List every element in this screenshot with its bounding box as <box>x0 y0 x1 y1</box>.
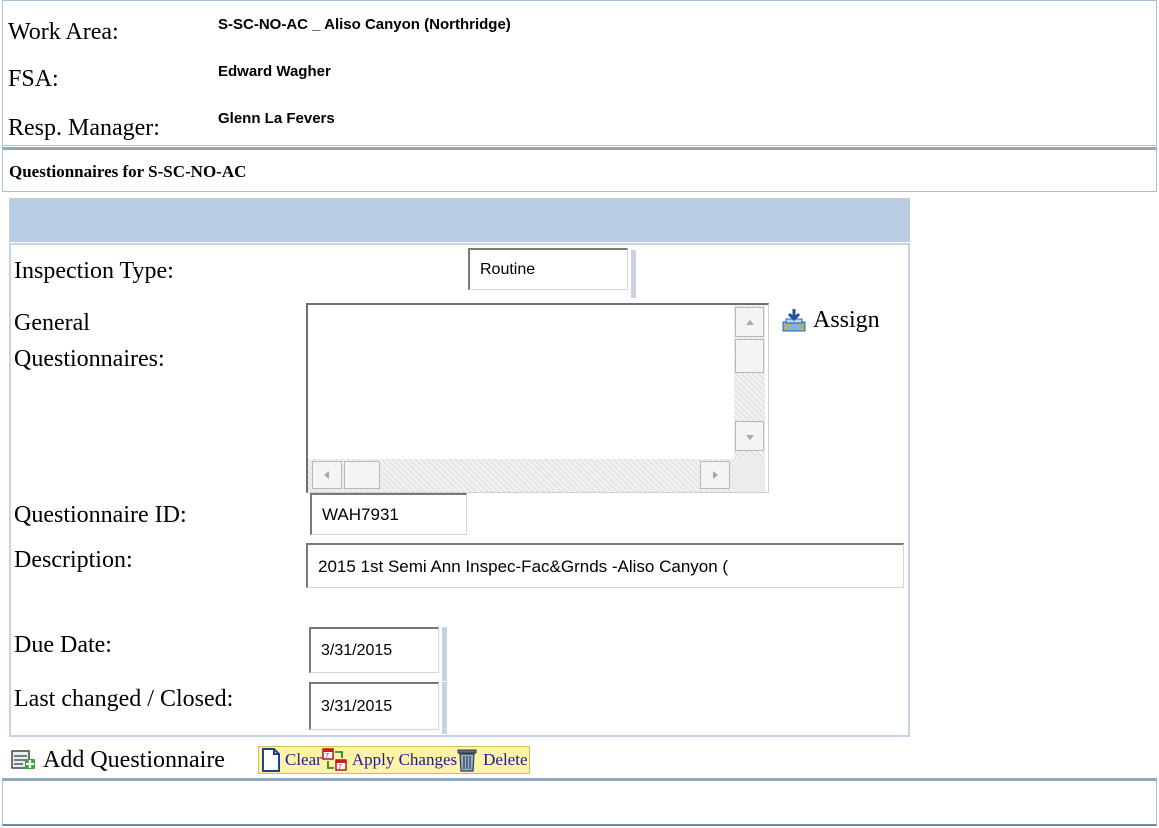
add-questionnaire-label: Add Questionnaire <box>43 747 225 773</box>
trash-icon <box>457 749 477 772</box>
questionnaire-id-field[interactable]: WAH7931 <box>310 493 467 535</box>
general-questionnaires-label-line1: General <box>14 310 90 336</box>
delete-label: Delete <box>483 750 528 769</box>
svg-text:7: 7 <box>325 753 329 760</box>
scroll-right-button[interactable] <box>700 461 730 489</box>
assign-label: Assign <box>813 307 880 333</box>
inspection-type-value: Routine <box>480 261 536 278</box>
arrow-left-icon <box>324 471 329 479</box>
assign-icon <box>782 309 806 332</box>
arrow-right-icon <box>713 471 718 479</box>
add-questionnaire-button[interactable]: Add Questionnaire <box>11 746 225 774</box>
last-changed-value: 3/31/2015 <box>321 698 393 715</box>
assign-button[interactable]: Assign <box>781 305 880 335</box>
last-changed-label: Last changed / Closed: <box>14 686 234 712</box>
clear-button[interactable]: Clear <box>261 747 322 773</box>
svg-text:7: 7 <box>338 764 342 771</box>
fsa-value: Edward Wagher <box>218 63 331 80</box>
vertical-scrollbar[interactable] <box>734 305 765 461</box>
general-questionnaires-label-line2: Questionnaires: <box>14 346 165 372</box>
action-toolbar: Clear 7 7 Apply Changes Delete <box>258 746 531 774</box>
horizontal-scrollbar[interactable] <box>308 459 734 492</box>
inspection-type-label: Inspection Type: <box>14 258 174 284</box>
arrow-down-icon <box>746 435 754 440</box>
clear-document-icon <box>262 748 280 772</box>
scroll-thumb[interactable] <box>735 339 764 373</box>
apply-changes-label: Apply Changes <box>351 750 458 769</box>
manager-label: Resp. Manager: <box>8 115 160 141</box>
apply-changes-icon: 7 7 <box>322 748 347 771</box>
inspection-type-select[interactable]: Routine <box>468 248 628 290</box>
questionnaire-id-label: Questionnaire ID: <box>14 502 187 528</box>
due-date-shadow <box>442 627 447 681</box>
clear-label: Clear <box>285 750 322 769</box>
work-area-label: Work Area: <box>8 19 119 45</box>
last-changed-field[interactable]: 3/31/2015 <box>309 682 439 730</box>
section-title-bar: Questionnaires for S-SC-NO-AC <box>2 147 1157 192</box>
last-changed-shadow <box>442 682 447 734</box>
questionnaire-id-value: WAH7931 <box>322 505 399 524</box>
inspection-type-shadow <box>631 250 636 298</box>
manager-value: Glenn La Fevers <box>218 110 335 127</box>
section-title: Questionnaires for S-SC-NO-AC <box>9 162 247 181</box>
due-date-field[interactable]: 3/31/2015 <box>309 627 439 673</box>
scrollbar-corner <box>734 459 765 492</box>
due-date-value: 3/31/2015 <box>321 642 393 659</box>
work-area-value: S-SC-NO-AC _ Aliso Canyon (Northridge) <box>218 16 511 33</box>
due-date-label: Due Date: <box>14 632 112 658</box>
header-panel <box>2 0 1157 146</box>
apply-changes-button[interactable]: 7 7 Apply Changes <box>322 747 457 773</box>
description-field[interactable]: 2015 1st Semi Ann Inspec-Fac&Grnds -Alis… <box>306 543 904 588</box>
scroll-down-button[interactable] <box>735 421 764 451</box>
bottom-panel <box>2 778 1157 826</box>
section-band <box>9 198 910 242</box>
general-questionnaires-list[interactable] <box>306 303 769 493</box>
delete-button[interactable]: Delete <box>457 747 527 773</box>
description-label: Description: <box>14 547 133 573</box>
horizontal-scroll-thumb[interactable] <box>344 461 380 489</box>
add-questionnaire-icon <box>11 750 35 769</box>
description-value: 2015 1st Semi Ann Inspec-Fac&Grnds -Alis… <box>318 557 729 576</box>
scroll-left-button[interactable] <box>312 461 342 489</box>
fsa-label: FSA: <box>8 66 59 92</box>
arrow-up-icon <box>746 320 754 325</box>
scroll-up-button[interactable] <box>735 307 764 337</box>
